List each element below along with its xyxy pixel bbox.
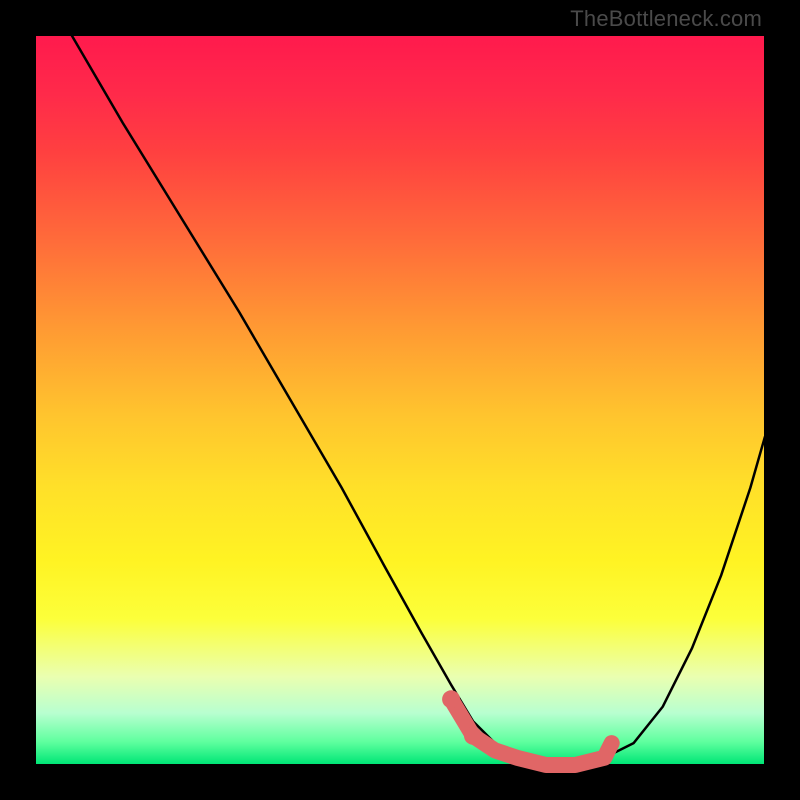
highlight-dot (464, 727, 482, 745)
chart-frame: TheBottleneck.com (0, 0, 800, 800)
chart-svg (35, 35, 765, 765)
highlight-dot (442, 690, 460, 708)
bottleneck-curve (72, 35, 766, 765)
watermark-text: TheBottleneck.com (570, 6, 762, 32)
